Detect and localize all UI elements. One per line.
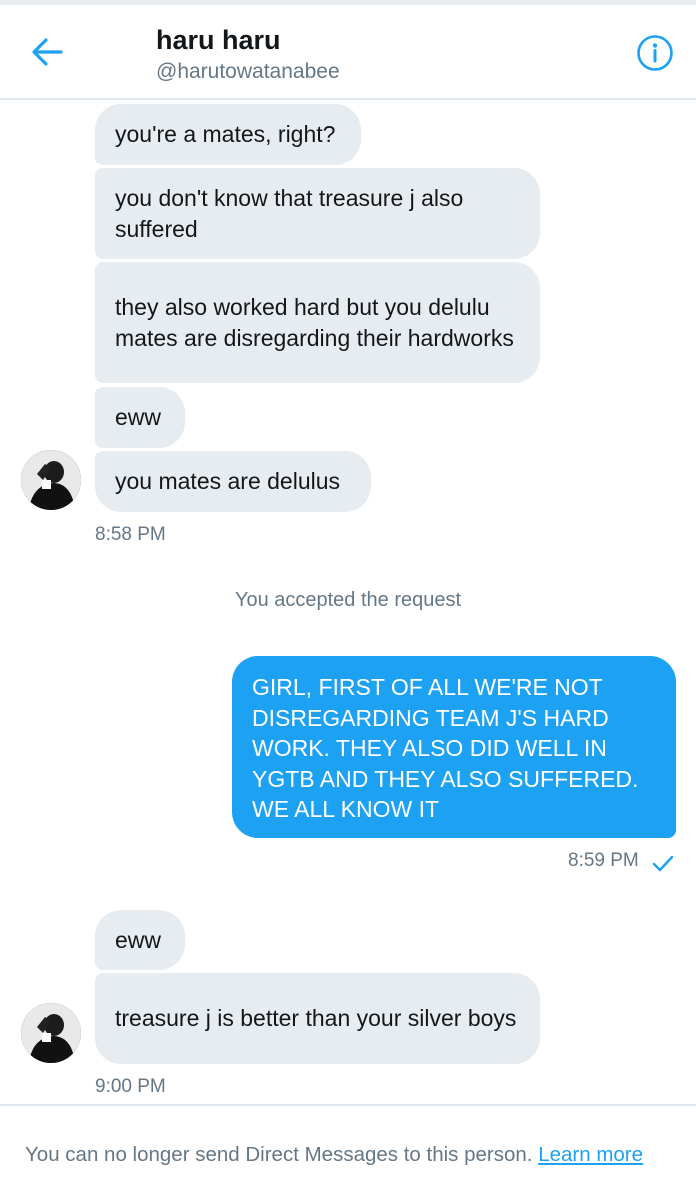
info-icon[interactable] [636, 34, 674, 72]
avatar[interactable] [21, 450, 81, 510]
sent-message-bubble[interactable]: GIRL, FIRST OF ALL WE'RE NOT DISREGARDIN… [232, 656, 676, 838]
compose-disabled-footer: You can no longer send Direct Messages t… [0, 1104, 696, 1202]
avatar[interactable] [21, 1003, 81, 1063]
message-text: you mates are delulus [115, 468, 341, 495]
sent-timestamp: 8:59 PM [568, 850, 639, 871]
message-text: you're a mates, right? [115, 121, 336, 148]
message-text: GIRL, FIRST OF ALL WE'RE NOT DISREGARDIN… [252, 674, 639, 822]
message-bubble[interactable]: treasure j is better than your silver bo… [95, 973, 540, 1064]
conversation-title: haru haru [156, 25, 281, 55]
avatar-photo [21, 1003, 81, 1063]
message-text: they also worked hard but you delulu mat… [115, 294, 514, 351]
message-bubble[interactable]: eww [95, 387, 185, 448]
checkmark-icon [652, 855, 674, 872]
message-bubble[interactable]: eww [95, 910, 185, 970]
avatar-photo [21, 450, 81, 510]
message-text: eww [115, 404, 162, 431]
learn-more-link[interactable]: Learn more [538, 1143, 643, 1166]
message-bubble[interactable]: you don't know that treasure j also suff… [95, 168, 540, 259]
message-timestamp: 9:00 PM [95, 1076, 166, 1097]
footer-notice: You can no longer send Direct Messages t… [25, 1143, 643, 1167]
system-message: You accepted the request [234, 589, 462, 611]
message-text: you don't know that treasure j also suff… [115, 185, 464, 242]
message-bubble[interactable]: they also worked hard but you delulu mat… [95, 262, 540, 383]
conversation-handle: @harutowatanabee [156, 60, 340, 83]
message-text: eww [115, 926, 162, 953]
message-text: treasure j is better than your silver bo… [115, 1005, 517, 1032]
arrow-left-icon[interactable] [30, 35, 64, 69]
notice-text: You can no longer send Direct Messages t… [25, 1143, 533, 1166]
message-timestamp: 8:58 PM [95, 524, 166, 545]
message-bubble[interactable]: you're a mates, right? [95, 104, 361, 165]
conversation-header: haru haru @harutowatanabee [0, 5, 696, 100]
message-bubble[interactable]: you mates are delulus [95, 451, 371, 512]
